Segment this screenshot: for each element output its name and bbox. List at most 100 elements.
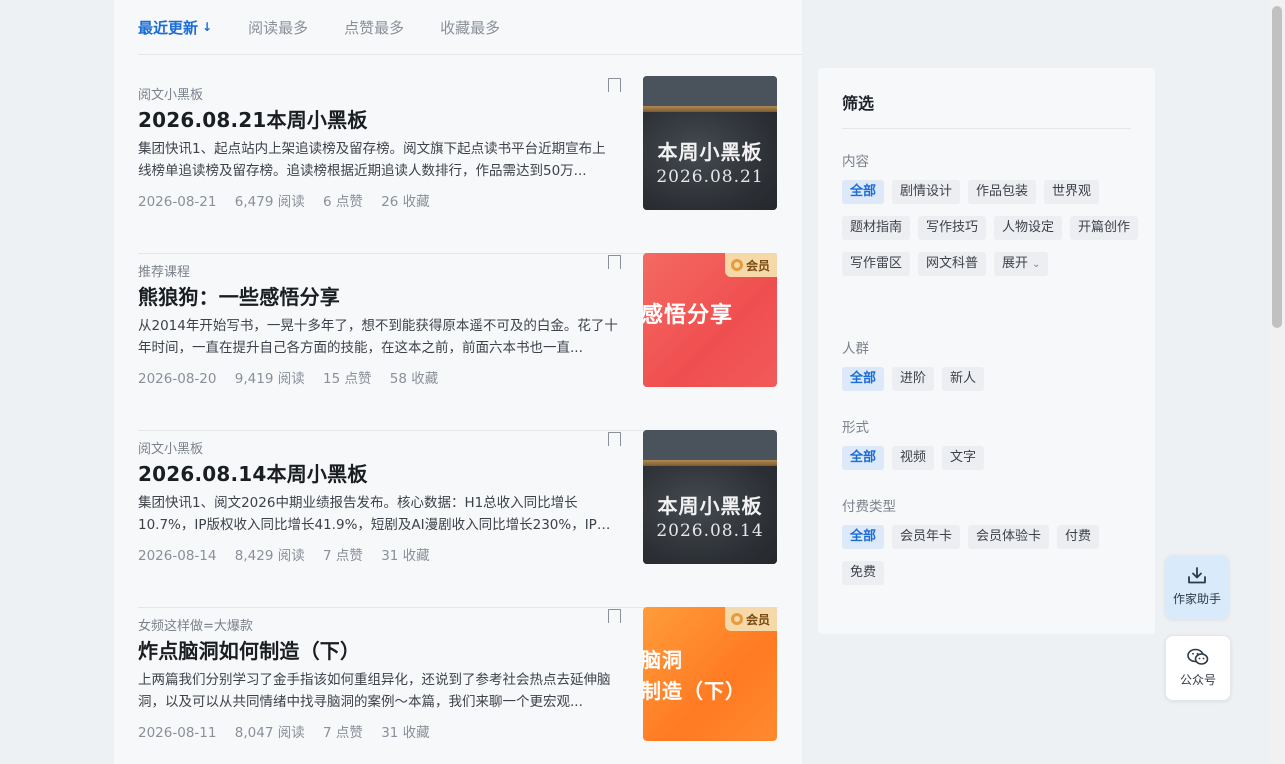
filter-chips-audience: 全部 进阶 新人 xyxy=(842,367,1142,391)
wechat-icon xyxy=(1187,648,1209,665)
article-meta: 2026-08-21 6,479 阅读 6 点赞 26 收藏 xyxy=(138,190,444,210)
wechat-account-button[interactable]: 公众号 xyxy=(1165,635,1231,701)
bookmark-icon[interactable] xyxy=(608,609,621,628)
article-excerpt: 集团快讯1、起点站内上架追读榜及留存榜。阅文旗下起点读书平台近期宣布上线榜单追读… xyxy=(138,141,606,179)
tab-latest[interactable]: 最近更新 ↓ xyxy=(138,17,212,38)
chip-audience-newcomer[interactable]: 新人 xyxy=(942,367,985,391)
article-favs: 31 收藏 xyxy=(381,548,430,564)
article-excerpt: 集团快讯1、阅文2026中期业绩报告发布。核心数据：H1总收入同比增长10.7%… xyxy=(138,495,597,533)
article-category[interactable]: 女频这样做=大爆款 xyxy=(138,615,253,634)
article-date: 2026-08-21 xyxy=(138,194,217,210)
chip-content-packaging[interactable]: 作品包装 xyxy=(968,180,1037,204)
article-item[interactable]: 阅文小黑板 2026.08.14本周小黑板 集团快讯1、阅文2026中期业绩报告… xyxy=(138,430,778,608)
article-likes: 6 点赞 xyxy=(323,194,363,210)
vip-badge-label: 会员 xyxy=(745,258,770,273)
filter-panel: 筛选 内容 全部 剧情设计 作品包装 世界观 题材指南 写作技巧 人物设定 开篇… xyxy=(818,68,1155,634)
tab-most-read[interactable]: 阅读最多 xyxy=(248,17,308,38)
sort-down-arrow-icon: ↓ xyxy=(202,20,213,34)
article-category[interactable]: 阅文小黑板 xyxy=(138,438,203,457)
vip-badge: 会员 xyxy=(724,607,777,631)
bookmark-icon[interactable] xyxy=(608,432,621,451)
article-likes: 15 点赞 xyxy=(323,371,372,387)
chip-content-worldbuilding[interactable]: 世界观 xyxy=(1044,180,1100,204)
article-likes: 7 点赞 xyxy=(323,725,363,741)
chip-payment-annual-membership[interactable]: 会员年卡 xyxy=(892,525,961,549)
article-item[interactable]: 女频这样做=大爆款 炸点脑洞如何制造（下） 上两篇我们分别学习了金手指该如何重组… xyxy=(138,607,778,764)
article-thumbnail[interactable]: 本周小黑板 2026.08.14 xyxy=(643,430,777,564)
bookmark-icon[interactable] xyxy=(608,78,621,97)
article-thumbnail[interactable]: 脑洞 制造（下） 会员 xyxy=(643,607,777,741)
writer-assistant-button[interactable]: 作家助手 xyxy=(1165,555,1229,619)
filter-chips-format: 全部 视频 文字 xyxy=(842,446,1142,470)
filter-title: 筛选 xyxy=(842,94,875,113)
chip-payment-free[interactable]: 免费 xyxy=(842,561,885,585)
scrollbar-thumb[interactable] xyxy=(1272,6,1282,328)
chip-content-characters[interactable]: 人物设定 xyxy=(994,216,1063,240)
article-favs: 26 收藏 xyxy=(381,194,430,210)
article-meta: 2026-08-14 8,429 阅读 7 点赞 31 收藏 xyxy=(138,544,444,564)
chip-content-web-novel-basics[interactable]: 网文科普 xyxy=(918,252,987,276)
vip-flower-icon xyxy=(730,613,743,625)
article-title[interactable]: 2026.08.14本周小黑板 xyxy=(138,458,368,487)
bookmark-icon[interactable] xyxy=(608,255,621,274)
chip-payment-paid[interactable]: 付费 xyxy=(1057,525,1100,549)
thumbnail-title: 本周小黑板 xyxy=(657,494,763,518)
filter-chips-payment: 全部 会员年卡 会员体验卡 付费 免费 xyxy=(842,525,1142,585)
chip-content-plot[interactable]: 剧情设计 xyxy=(892,180,961,204)
sort-tabs: 最近更新 ↓ 阅读最多 点赞最多 收藏最多 xyxy=(138,12,536,42)
filter-group-label-format: 形式 xyxy=(842,420,869,436)
chip-content-genre-guide[interactable]: 题材指南 xyxy=(842,216,911,240)
article-excerpt: 从2014年开始写书，一晃十多年了，想不到能获得原本遥不可及的白金。花了十年时间… xyxy=(138,318,618,356)
article-likes: 7 点赞 xyxy=(323,548,363,564)
vip-badge-label: 会员 xyxy=(745,612,770,627)
chip-format-video[interactable]: 视频 xyxy=(892,446,935,470)
thumbnail-date: 2026.08.14 xyxy=(656,521,764,541)
article-date: 2026-08-11 xyxy=(138,725,217,741)
article-reads: 8,047 阅读 xyxy=(234,725,305,741)
article-item[interactable]: 推荐课程 熊狼狗：一些感悟分享 从2014年开始写书，一晃十多年了，想不到能获得… xyxy=(138,253,778,431)
filter-group-label-payment: 付费类型 xyxy=(842,499,896,515)
chip-content-pitfalls[interactable]: 写作雷区 xyxy=(842,252,911,276)
filter-group-label-content: 内容 xyxy=(842,154,869,170)
article-thumbnail[interactable]: 本周小黑板 2026.08.21 xyxy=(643,76,777,210)
vip-badge: 会员 xyxy=(724,253,777,277)
article-meta: 2026-08-20 9,419 阅读 15 点赞 58 收藏 xyxy=(138,367,452,387)
thumbnail-title: 感悟分享 xyxy=(643,303,734,328)
chip-audience-advanced[interactable]: 进阶 xyxy=(892,367,935,391)
chip-content-all[interactable]: 全部 xyxy=(842,180,885,204)
article-list-panel: 最近更新 ↓ 阅读最多 点赞最多 收藏最多 阅文小黑板 2026.08.21本周… xyxy=(114,0,802,764)
article-favs: 31 收藏 xyxy=(381,725,430,741)
article-excerpt: 上两篇我们分别学习了金手指该如何重组异化，还说到了参考社会热点去延伸脑洞，以及可… xyxy=(138,672,611,710)
thumbnail-title: 本周小黑板 xyxy=(657,140,763,164)
article-category[interactable]: 阅文小黑板 xyxy=(138,84,203,103)
filter-group-label-audience: 人群 xyxy=(842,341,869,357)
tab-most-liked[interactable]: 点赞最多 xyxy=(344,17,404,38)
chip-format-all[interactable]: 全部 xyxy=(842,446,885,470)
filter-chips-content: 全部 剧情设计 作品包装 世界观 题材指南 写作技巧 人物设定 开篇创作 写作雷… xyxy=(842,180,1142,276)
chip-payment-trial-membership[interactable]: 会员体验卡 xyxy=(968,525,1050,549)
chip-payment-all[interactable]: 全部 xyxy=(842,525,885,549)
tab-most-favorited[interactable]: 收藏最多 xyxy=(440,17,500,38)
thumbnail-title: 脑洞 制造（下） xyxy=(643,648,746,703)
tab-latest-label: 最近更新 xyxy=(138,18,199,37)
chip-audience-all[interactable]: 全部 xyxy=(842,367,885,391)
chip-content-writing-tips[interactable]: 写作技巧 xyxy=(918,216,987,240)
expand-label: 展开 xyxy=(1002,256,1029,271)
article-thumbnail[interactable]: 感悟分享 会员 xyxy=(643,253,777,387)
article-title[interactable]: 2026.08.21本周小黑板 xyxy=(138,104,368,133)
filter-divider xyxy=(842,128,1131,129)
article-meta: 2026-08-11 8,047 阅读 7 点赞 31 收藏 xyxy=(138,721,444,741)
chip-format-text[interactable]: 文字 xyxy=(942,446,985,470)
expand-chip[interactable]: 展开 ⌄ xyxy=(994,252,1049,276)
article-title[interactable]: 熊狼狗：一些感悟分享 xyxy=(138,281,340,310)
article-title[interactable]: 炸点脑洞如何制造（下） xyxy=(138,635,360,664)
wechat-account-label: 公众号 xyxy=(1179,673,1216,687)
thumbnail-date: 2026.08.21 xyxy=(656,167,764,187)
article-reads: 8,429 阅读 xyxy=(234,548,305,564)
article-category[interactable]: 推荐课程 xyxy=(138,261,190,280)
chevron-down-icon: ⌄ xyxy=(1032,259,1041,270)
article-item[interactable]: 阅文小黑板 2026.08.21本周小黑板 集团快讯1、起点站内上架追读榜及留存… xyxy=(138,76,778,254)
chip-content-opening[interactable]: 开篇创作 xyxy=(1070,216,1139,240)
tabs-divider xyxy=(138,54,802,55)
article-date: 2026-08-20 xyxy=(138,371,217,387)
